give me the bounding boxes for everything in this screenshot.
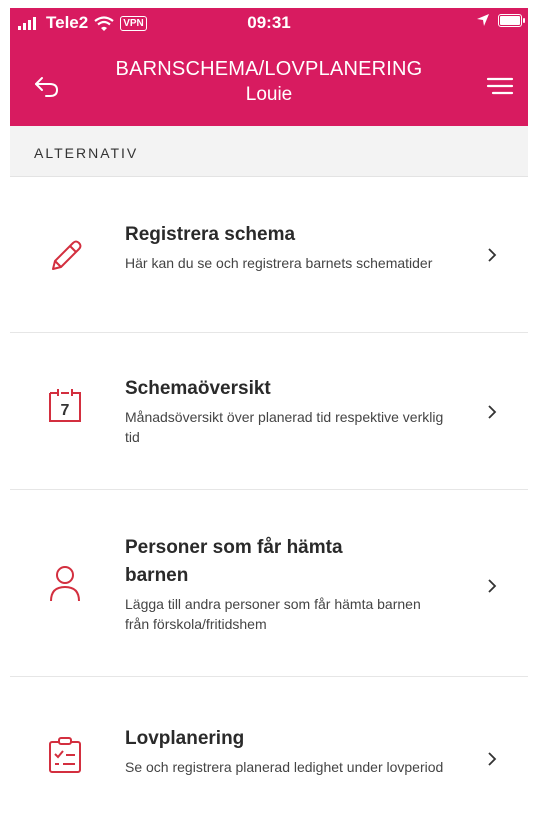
menu-item-registrera-schema[interactable]: Registrera schema Här kan du se och regi… — [10, 177, 528, 333]
clipboard-checklist-icon — [49, 737, 81, 773]
chevron-right-icon — [488, 405, 497, 419]
menu-item-description: Här kan du se och registrera barnets sch… — [125, 255, 433, 271]
battery-icon — [498, 13, 525, 27]
chevron-right-icon — [488, 752, 497, 766]
menu-item-description: Se och registrera planerad ledighet unde… — [125, 759, 444, 775]
menu-item-personer-som-far-hamta[interactable]: Personer som får hämta barnen Lägga till… — [10, 490, 528, 677]
status-bar: Tele2 VPN 09:31 — [10, 8, 528, 38]
chevron-right-icon — [488, 248, 497, 262]
menu-item-title: Lovplanering — [125, 728, 245, 749]
menu-item-title: Registrera schema — [125, 224, 296, 245]
calendar-day-number: 7 — [61, 402, 70, 419]
menu-item-title: Personer som får hämta barnen — [125, 537, 343, 586]
menu-button[interactable] — [484, 72, 516, 100]
menu-item-title: Schemaöversikt — [125, 378, 271, 399]
person-icon — [50, 566, 80, 602]
page-title: BARNSCHEMA/LOVPLANERING — [115, 58, 423, 80]
clock: 09:31 — [247, 13, 291, 32]
menu-item-description: Månadsöversikt över planerad tid respekt… — [125, 409, 444, 445]
section-header: ALTERNATIV — [10, 126, 528, 177]
page-subtitle: Louie — [245, 84, 293, 105]
section-label: ALTERNATIV — [34, 145, 139, 161]
chevron-right-icon — [488, 579, 497, 593]
back-button[interactable] — [32, 72, 64, 100]
calendar-icon: 7 — [49, 389, 81, 422]
menu-item-lovplanering[interactable]: Lovplanering Se och registrera planerad … — [10, 677, 528, 828]
back-arrow-icon — [35, 77, 59, 97]
pencil-icon — [52, 240, 82, 270]
hamburger-menu-icon — [486, 77, 514, 95]
location-arrow-icon — [477, 14, 489, 26]
app-header: Tele2 VPN 09:31 BARNSCHEMA/LOVPLANERING … — [10, 8, 528, 126]
menu-item-description: Lägga till andra personer som får hämta … — [125, 596, 421, 632]
menu-item-schemaoversikt[interactable]: 7 Schemaöversikt Månadsöversikt över pla… — [10, 333, 528, 490]
